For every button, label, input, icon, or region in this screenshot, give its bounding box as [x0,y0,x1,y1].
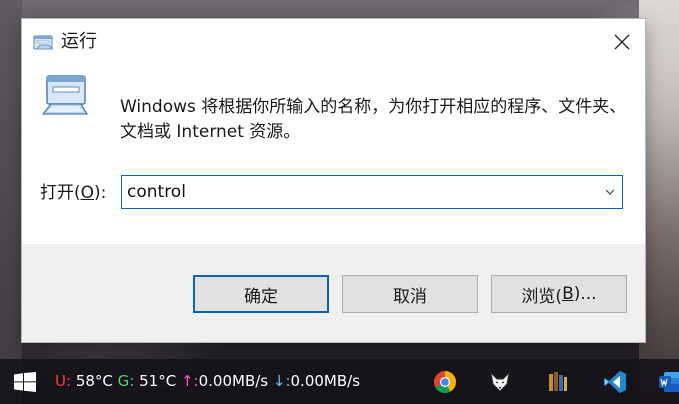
upload-label: ↑: [180,372,199,390]
ok-button[interactable]: 确定 [193,275,329,313]
open-label-suffix: ): [94,183,107,203]
system-monitor: U: 58°C G: 51°C ↑:0.00MB/s ↓:0.00MB/s [55,371,360,391]
run-app-icon [33,32,55,52]
cpu-temp-value: 58°C [75,372,113,390]
word-icon[interactable] [658,370,679,394]
open-label-prefix: 打开( [40,183,81,203]
gpu-temp-value: 51°C [139,372,177,390]
books-app-icon[interactable] [546,370,570,394]
browse-label-suffix: )... [573,284,597,304]
open-label-accesskey: O [80,183,95,203]
dialog-title: 运行 [61,31,97,52]
download-label: ↓: [272,372,291,390]
chrome-icon[interactable] [433,370,457,394]
open-input[interactable] [127,179,587,205]
wallpaper-right-strip [639,0,679,404]
open-combobox[interactable] [121,175,623,209]
browse-label-accesskey: B [562,284,574,304]
windows-start-icon[interactable] [14,372,36,392]
close-button[interactable] [599,19,645,65]
dialog-description: Windows 将根据你所输入的名称，为你打开相应的程序、文件夹、文档或 Int… [120,97,627,142]
upload-value: 0.00MB/s [198,372,269,390]
run-dialog: 运行 Windows 将根据你所输入的名称，为你打开相应的程序、文件夹、文档或 … [22,19,645,342]
dialog-content [22,65,645,244]
cpu-temp-label: U: [55,372,72,390]
vscode-icon[interactable] [603,370,627,394]
browse-button[interactable]: 浏览(B)... [491,275,627,313]
browse-label-prefix: 浏览( [521,286,563,307]
title-bar[interactable]: 运行 [22,19,645,65]
gpu-temp-label: G: [117,372,135,390]
open-label: 打开(O): [40,182,106,204]
download-value: 0.00MB/s [290,372,361,390]
taskbar: U: 58°C G: 51°C ↑:0.00MB/s ↓:0.00MB/s [0,359,679,404]
wallpaper-left-strip [0,0,22,404]
fox-app-icon[interactable] [488,370,512,394]
close-icon [614,34,630,50]
chevron-down-icon[interactable] [604,186,616,198]
cancel-button[interactable]: 取消 [342,275,478,313]
run-large-icon [41,74,89,118]
